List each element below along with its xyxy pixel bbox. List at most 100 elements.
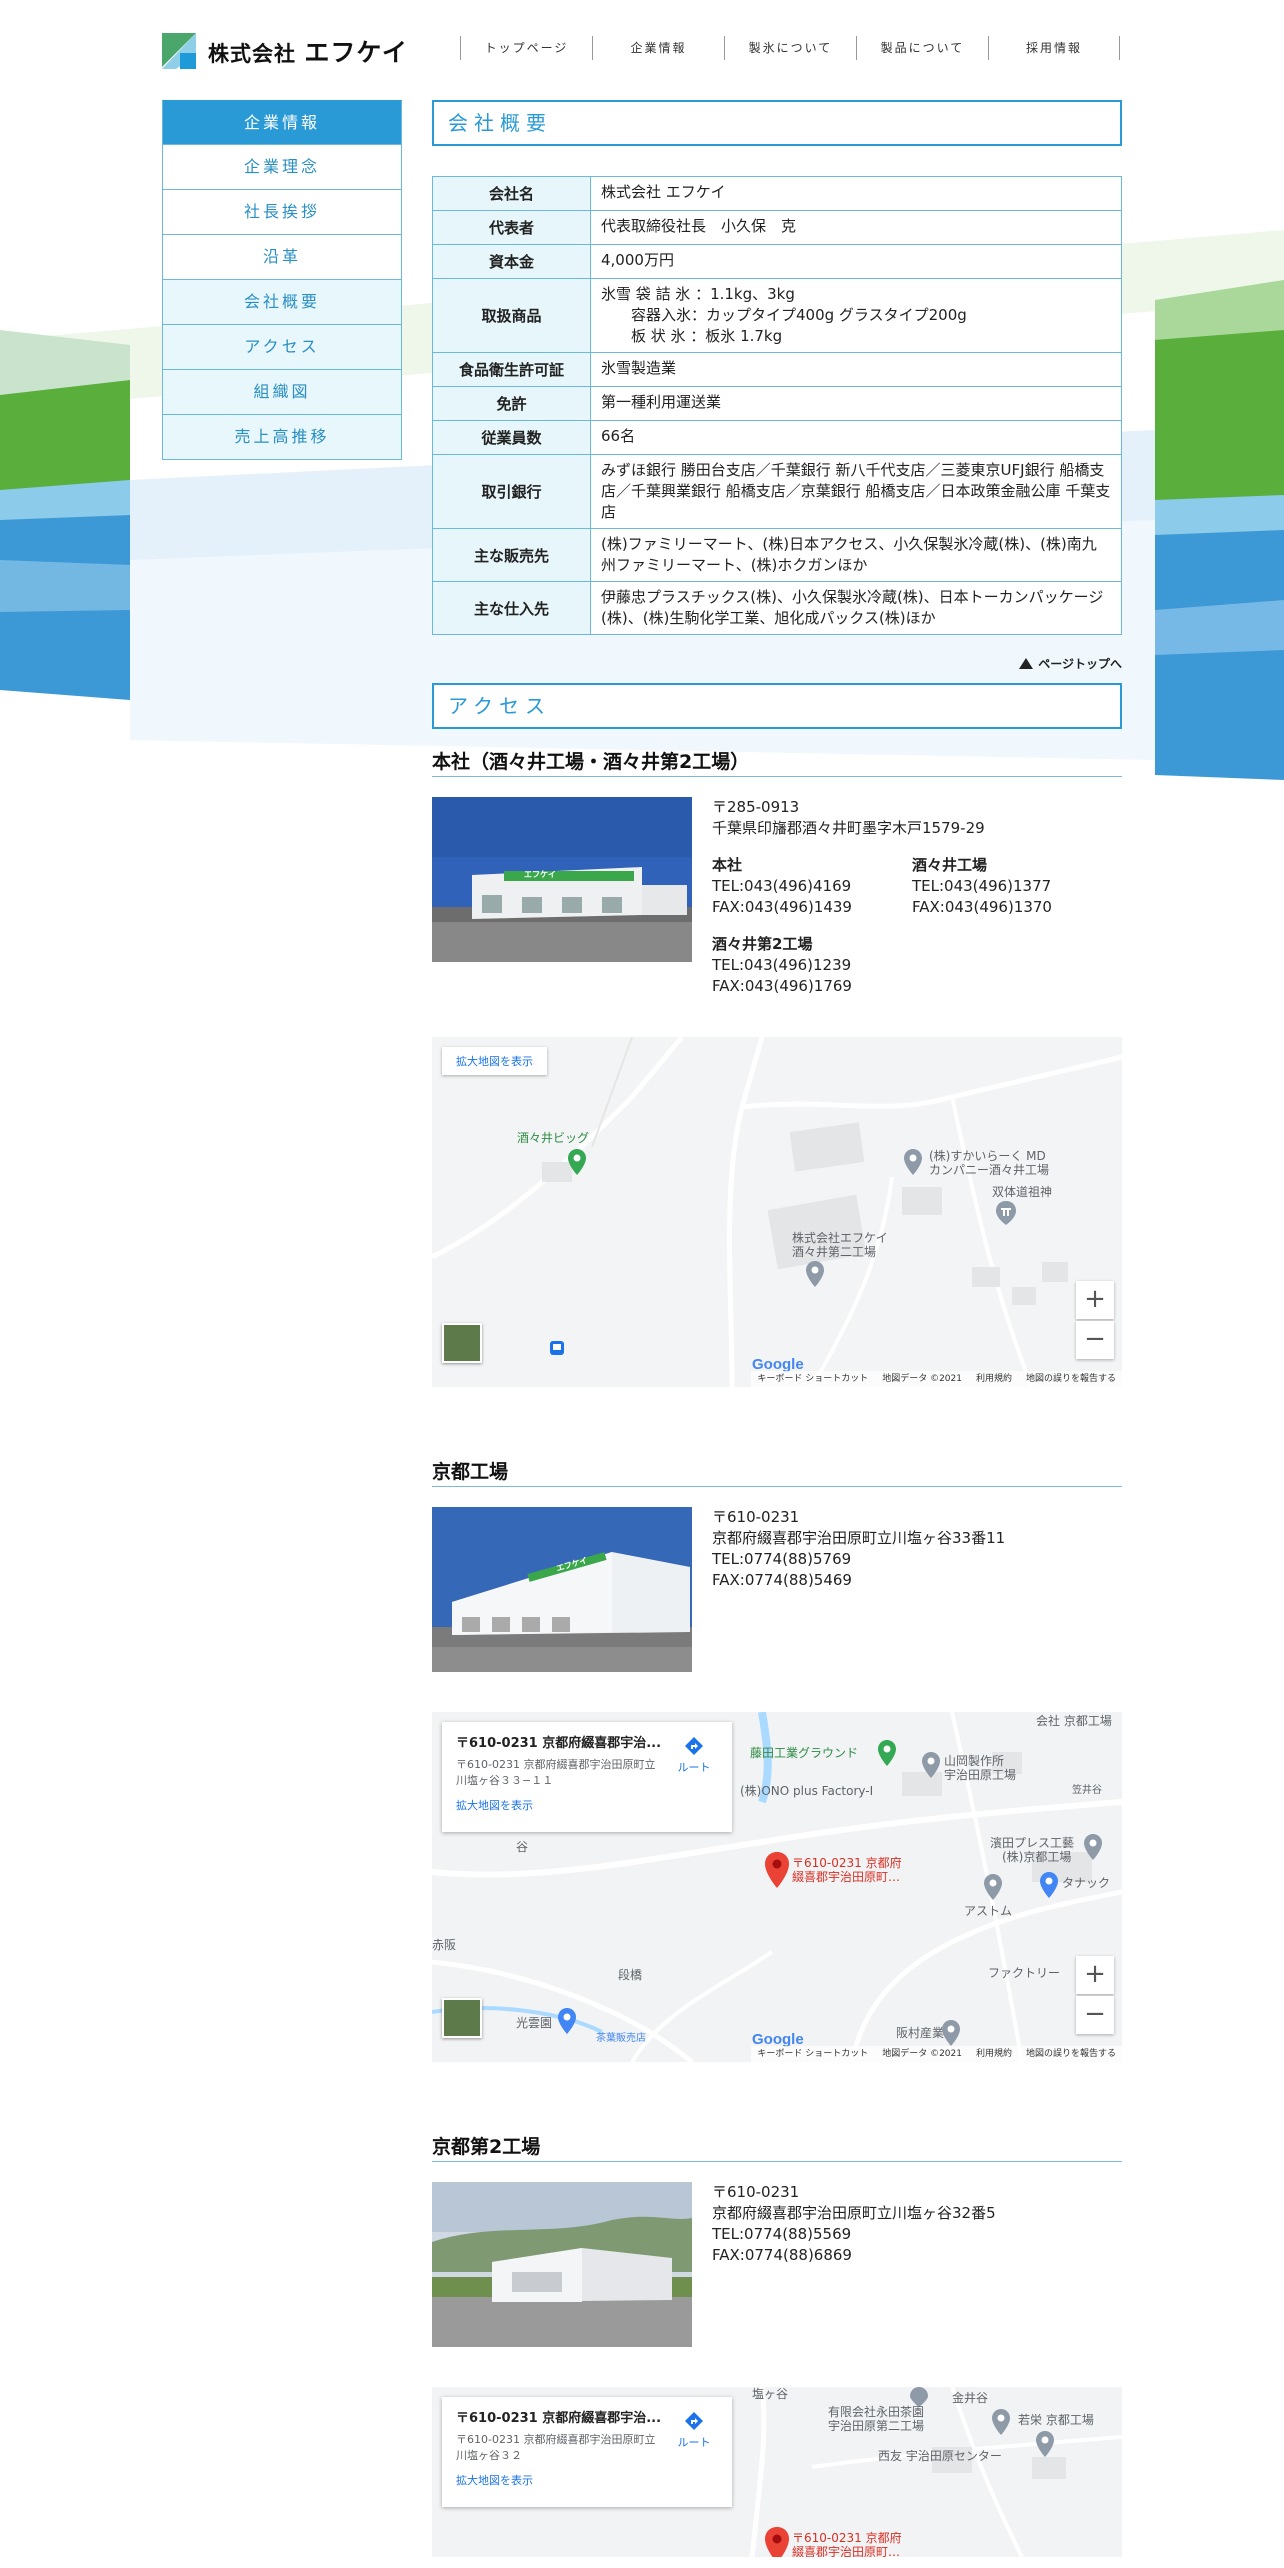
sidebar-item-history[interactable]: 沿革 (162, 235, 402, 280)
overview-row: 主な仕入先 伊藤忠プラスチックス(株)、小久保製氷冷蔵(株)、日本トーカンパッケー… (432, 581, 1122, 635)
overview-row: 代表者 代表取締役社長 小久保 克 (432, 210, 1122, 245)
shisui2-factory-fax: FAX:043(496)1769 (712, 977, 852, 995)
kyoto2-map-enlarge-link[interactable]: 拡大地図を表示 (456, 2472, 718, 2488)
nav-ice-making[interactable]: 製氷について (724, 36, 856, 60)
kyoto2-photo (432, 2182, 692, 2347)
kyoto2-map[interactable]: 〒610-0231 京都府綴喜郡宇治... 〒610-0231 京都府綴喜郡宇治… (432, 2387, 1122, 2557)
bus-stop-icon (550, 1341, 564, 1355)
sidebar-item-message[interactable]: 社長挨拶 (162, 190, 402, 235)
sidebar-item-overview[interactable]: 会社概要 (162, 280, 402, 325)
shrine-icon (996, 1201, 1016, 1225)
map-footer: キーボード ショートカット 地図データ ©2021 利用規約 地図の誤りを報告す… (751, 2046, 1122, 2062)
overview-heading: 会社概要 (432, 100, 1122, 146)
map-label: 若栄 京都工場 (1018, 2413, 1094, 2427)
map-label: 綴喜郡宇治田原町… (792, 1870, 901, 1884)
overview-row-value: みずほ銀行 勝田台支店／千葉銀行 新八千代支店／三菱東京UFJ銀行 船橋支店／千… (590, 454, 1122, 529)
overview-row: 取扱商品 氷雪 袋 詰 氷 ：1.1kg、3kg 容器入氷：カップタイプ400g … (432, 278, 1122, 353)
map-label: 株式会社エフケイ (792, 1231, 888, 1245)
overview-row-label: 従業員数 (432, 420, 591, 455)
nav-recruit[interactable]: 採用情報 (988, 36, 1120, 60)
map-label: (株)京都工場 (1002, 1850, 1072, 1864)
overview-row-label: 代表者 (432, 210, 591, 245)
zoom-in-button[interactable]: + (1076, 1281, 1114, 1319)
route-button[interactable]: ルート (674, 2411, 714, 2450)
map-label: ファクトリー (988, 1966, 1061, 1980)
arrow-up-icon (1019, 658, 1034, 669)
map-label: アストム (964, 1904, 1013, 1918)
keyboard-shortcuts-link[interactable]: キーボード ショートカット (757, 1371, 868, 1387)
overview-row-value: 第一種利用運送業 (590, 386, 1122, 421)
kyoto-photo: エフケイ (432, 1507, 692, 1672)
zoom-out-button[interactable]: − (1076, 1321, 1114, 1359)
hq-photo-sign: エフケイ (524, 870, 556, 879)
satellite-toggle-button[interactable] (442, 1323, 482, 1363)
overview-row-label: 免許 (432, 386, 591, 421)
overview-row-label: 資本金 (432, 244, 591, 279)
map-pin-icon (1084, 1834, 1102, 1860)
site-logo[interactable]: 株式会社 エフケイ (162, 32, 408, 70)
shisui-factory-name: 酒々井工場 (912, 856, 988, 874)
shisui2-factory-name: 酒々井第2工場 (712, 935, 813, 953)
overview-row-value: 伊藤忠プラスチックス(株)、小久保製氷冷蔵(株)、日本トーカンパッケージ(株)、… (590, 581, 1122, 635)
overview-row-label: 取扱商品 (432, 278, 591, 353)
overview-row: 食品衛生許可証 氷雪製造業 (432, 352, 1122, 387)
hq-address: 千葉県印旛郡酒々井町墨字木戸1579-29 (712, 819, 985, 837)
hq-photo: エフケイ (432, 797, 692, 962)
report-error-link[interactable]: 地図の誤りを報告する (1026, 2046, 1116, 2062)
hq-map[interactable]: 拡大地図を表示 酒々井ビッグ (株)すかいらーく MD カンパニー酒々井工場 双… (432, 1037, 1122, 1387)
kyoto-map[interactable]: 〒610-0231 京都府綴喜郡宇治... 〒610-0231 京都府綴喜郡宇治… (432, 1712, 1122, 2062)
map-label: 藤田工業グラウンド (750, 1746, 859, 1760)
terms-link[interactable]: 利用規約 (976, 2046, 1012, 2062)
overview-row-value: 氷雪製造業 (590, 352, 1122, 387)
map-pin-icon (984, 1874, 1002, 1900)
overview-row-value: 66名 (590, 420, 1122, 455)
overview-row-value: 株式会社 エフケイ (590, 176, 1122, 211)
logo-text: 株式会社 エフケイ (208, 38, 408, 67)
zoom-out-button[interactable]: − (1076, 1996, 1114, 2034)
kyoto-info: 〒610-0231 京都府綴喜郡宇治田原町立川塩ヶ谷33番11 TEL:0774… (712, 1507, 1005, 1672)
map-pin-icon (904, 1149, 922, 1175)
zoom-in-button[interactable]: + (1076, 1956, 1114, 1994)
hq-contact-fax: FAX:043(496)1439 (712, 898, 852, 916)
sidebar-item-philosophy[interactable]: 企業理念 (162, 145, 402, 190)
nav-products[interactable]: 製品について (856, 36, 988, 60)
overview-row: 免許 第一種利用運送業 (432, 386, 1122, 421)
keyboard-shortcuts-link[interactable]: キーボード ショートカット (757, 2046, 868, 2062)
kyoto-map-enlarge-link[interactable]: 拡大地図を表示 (456, 1797, 718, 1813)
kyoto-section: 京都工場 エフケイ 〒610-0231 京都府綴喜郡宇治田原町立川塩ヶ谷33番1… (432, 1457, 1122, 2062)
hq-map-enlarge-link[interactable]: 拡大地図を表示 (442, 1047, 547, 1075)
nav-company[interactable]: 企業情報 (592, 36, 724, 60)
route-button[interactable]: ルート (674, 1736, 714, 1775)
kyoto-address: 京都府綴喜郡宇治田原町立川塩ヶ谷33番11 (712, 1529, 1006, 1547)
map-label: 谷 (516, 1840, 529, 1854)
terms-link[interactable]: 利用規約 (976, 1371, 1012, 1387)
report-error-link[interactable]: 地図の誤りを報告する (1026, 1371, 1116, 1387)
sidebar-item-access[interactable]: アクセス (162, 325, 402, 370)
sidebar-item-company-info[interactable]: 企業情報 (162, 100, 402, 145)
map-label: 有限会社永田茶園 (828, 2405, 925, 2419)
map-label: (株)ONO plus Factory-I (740, 1784, 874, 1798)
directions-icon (685, 2412, 703, 2430)
hq-section: 本社（酒々井工場・酒々井第2工場） エフケイ 〒285-0913 千葉県印旛郡酒… (432, 747, 1122, 1387)
hq-info: 〒285-0913 千葉県印旛郡酒々井町墨字木戸1579-29 本社 TEL:0… (712, 797, 1112, 997)
page-top-link[interactable]: ページトップへ (432, 655, 1122, 673)
overview-row: 主な販売先 (株)ファミリーマート、(株)日本アクセス、小久保製氷冷蔵(株)、(株… (432, 528, 1122, 582)
overview-row-value: 代表取締役社長 小久保 克 (590, 210, 1122, 245)
map-label: (株)すかいらーく MD (929, 1149, 1046, 1163)
sidebar-item-org-chart[interactable]: 組織図 (162, 370, 402, 415)
overview-row-label: 食品衛生許可証 (432, 352, 591, 387)
map-footer: キーボード ショートカット 地図データ ©2021 利用規約 地図の誤りを報告す… (751, 1371, 1122, 1387)
kyoto-fax: FAX:0774(88)5469 (712, 1571, 852, 1589)
map-label: 金井谷 (952, 2391, 989, 2405)
shisui-factory-tel: TEL:043(496)1377 (912, 877, 1052, 895)
satellite-toggle-button[interactable] (442, 1998, 482, 2038)
sidebar-item-sales[interactable]: 売上高推移 (162, 415, 402, 460)
shop-pin-icon (558, 2008, 576, 2034)
nav-top[interactable]: トップページ (460, 36, 592, 60)
location-marker-icon (765, 2527, 789, 2557)
map-data-credit: 地図データ ©2021 (882, 2049, 962, 2059)
kyoto2-address: 京都府綴喜郡宇治田原町立川塩ヶ谷32番5 (712, 2204, 996, 2222)
kyoto2-info: 〒610-0231 京都府綴喜郡宇治田原町立川塩ヶ谷32番5 TEL:0774(… (712, 2182, 996, 2347)
map-label: 宇治田原第二工場 (828, 2419, 925, 2433)
kyoto-title: 京都工場 (432, 1457, 1122, 1487)
